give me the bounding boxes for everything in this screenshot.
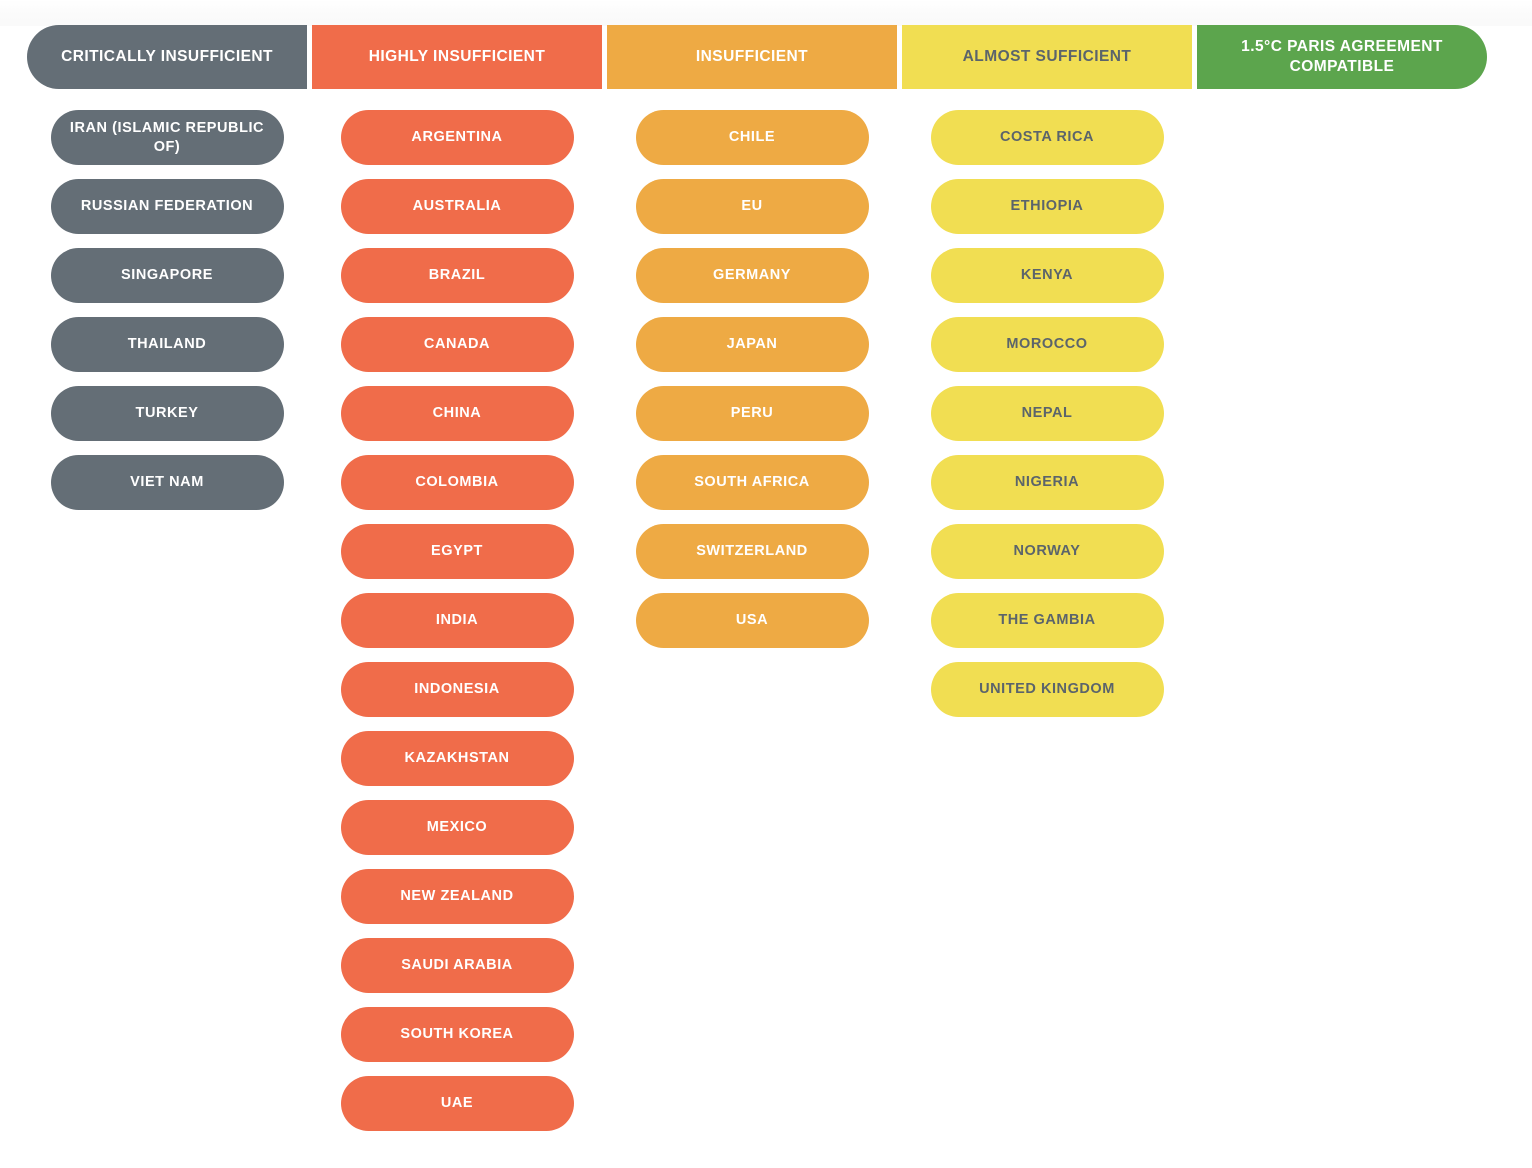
country-pill[interactable]: INDIA	[340, 593, 574, 648]
country-pill[interactable]: KENYA	[930, 248, 1164, 303]
country-pill[interactable]: RUSSIAN FEDERATION	[50, 179, 284, 234]
country-pill[interactable]: NORWAY	[930, 524, 1164, 579]
country-pill[interactable]: SAUDI ARABIA	[340, 938, 574, 993]
country-pill-label: THE GAMBIA	[998, 612, 1096, 629]
country-pill-label: KAZAKHSTAN	[404, 750, 510, 767]
country-pill-label: GERMANY	[713, 267, 791, 284]
country-pill[interactable]: BRAZIL	[340, 248, 574, 303]
country-pill-label: INDIA	[435, 612, 479, 629]
country-pill[interactable]: UNITED KINGDOM	[930, 662, 1164, 717]
country-pill-label: NEPAL	[1021, 405, 1073, 422]
country-pill-label: CHILE	[728, 129, 776, 146]
country-pill[interactable]: UAE	[340, 1076, 574, 1131]
rating-category-header: CRITICALLY INSUFFICIENT HIGHLY INSUFFICIE…	[27, 25, 1495, 89]
country-pill-label: UNITED KINGDOM	[979, 681, 1115, 698]
country-pill-label: AUSTRALIA	[412, 198, 502, 215]
rating-column-1: ARGENTINA AUSTRALIA BRAZIL CANADA CHINA COLOM…	[312, 110, 602, 1131]
country-pill-label: VIET NAM	[130, 474, 204, 491]
country-pill-label: SOUTH KOREA	[400, 1026, 514, 1043]
header-segment-label: ALMOST SUFFICIENT	[962, 48, 1132, 66]
header-segment-3[interactable]: ALMOST SUFFICIENT	[902, 25, 1192, 89]
header-segment-label: CRITICALLY INSUFFICIENT	[61, 48, 273, 66]
header-segment-0[interactable]: CRITICALLY INSUFFICIENT	[27, 25, 307, 89]
country-pill[interactable]: EU	[635, 179, 869, 234]
country-pill-label: JAPAN	[726, 336, 778, 353]
country-pill[interactable]: NEPAL	[930, 386, 1164, 441]
country-pill-label: ARGENTINA	[411, 129, 503, 146]
country-pill[interactable]: VIET NAM	[50, 455, 284, 510]
header-segment-label: INSUFFICIENT	[695, 48, 809, 66]
country-pill[interactable]: GERMANY	[635, 248, 869, 303]
header-segment-2[interactable]: INSUFFICIENT	[607, 25, 897, 89]
country-pill[interactable]: SOUTH AFRICA	[635, 455, 869, 510]
country-pill[interactable]: NEW ZEALAND	[340, 869, 574, 924]
country-pill[interactable]: MEXICO	[340, 800, 574, 855]
rating-column-4	[1197, 110, 1487, 1131]
country-pill-label: KENYA	[1020, 267, 1074, 284]
country-pill-label: ETHIOPIA	[1010, 198, 1084, 215]
country-pill-label: EU	[741, 198, 763, 215]
country-pill[interactable]: NIGERIA	[930, 455, 1164, 510]
country-pill-label: CHINA	[432, 405, 482, 422]
country-pill-label: EGYPT	[431, 543, 483, 560]
country-pill-label: COLOMBIA	[415, 474, 499, 491]
country-pill[interactable]: USA	[635, 593, 869, 648]
country-pill[interactable]: SINGAPORE	[50, 248, 284, 303]
country-pill-label: NIGERIA	[1014, 474, 1080, 491]
rating-column-0: IRAN (ISLAMIC REPUBLIC OF) RUSSIAN FEDERA…	[27, 110, 307, 1131]
country-pill-label: PERU	[730, 405, 774, 422]
country-pill[interactable]: INDONESIA	[340, 662, 574, 717]
country-pill-label: USA	[735, 612, 769, 629]
country-pill-label: THAILAND	[127, 336, 207, 353]
country-pill-label: SAUDI ARABIA	[401, 957, 513, 974]
country-pill-label: SOUTH AFRICA	[694, 474, 810, 491]
rating-column-2: CHILE EU GERMANY JAPAN PERU SOUTH AFRICA SWITZ…	[607, 110, 897, 1131]
country-pill[interactable]: EGYPT	[340, 524, 574, 579]
rating-columns-container: IRAN (ISLAMIC REPUBLIC OF) RUSSIAN FEDERA…	[27, 110, 1495, 1131]
country-pill-label: CANADA	[423, 336, 491, 353]
rating-column-3: COSTA RICA ETHIOPIA KENYA MOROCCO NEPAL NIGER…	[902, 110, 1192, 1131]
country-pill-label: COSTA RICA	[999, 129, 1095, 146]
country-pill[interactable]: PERU	[635, 386, 869, 441]
country-pill-label: IRAN (ISLAMIC REPUBLIC OF)	[69, 119, 265, 155]
country-pill[interactable]: TURKEY	[50, 386, 284, 441]
country-pill[interactable]: SWITZERLAND	[635, 524, 869, 579]
country-pill-label: MEXICO	[426, 819, 488, 836]
country-pill[interactable]: MOROCCO	[930, 317, 1164, 372]
country-pill[interactable]: COLOMBIA	[340, 455, 574, 510]
header-segment-label: HIGHLY INSUFFICIENT	[368, 48, 546, 66]
country-pill[interactable]: THE GAMBIA	[930, 593, 1164, 648]
country-pill-label: INDONESIA	[414, 681, 500, 698]
country-pill-label: TURKEY	[135, 405, 199, 422]
country-pill[interactable]: IRAN (ISLAMIC REPUBLIC OF)	[50, 110, 284, 165]
country-pill-label: MOROCCO	[1006, 336, 1088, 353]
top-gradient-wash	[0, 0, 1532, 26]
country-pill[interactable]: COSTA RICA	[930, 110, 1164, 165]
country-pill[interactable]: CHINA	[340, 386, 574, 441]
country-pill[interactable]: KAZAKHSTAN	[340, 731, 574, 786]
country-pill-label: SINGAPORE	[121, 267, 213, 284]
country-pill[interactable]: THAILAND	[50, 317, 284, 372]
country-pill[interactable]: CHILE	[635, 110, 869, 165]
country-pill-label: RUSSIAN FEDERATION	[80, 198, 254, 215]
header-segment-1[interactable]: HIGHLY INSUFFICIENT	[312, 25, 602, 89]
country-pill-label: UAE	[440, 1095, 474, 1112]
country-pill[interactable]: ARGENTINA	[340, 110, 574, 165]
country-pill[interactable]: ETHIOPIA	[930, 179, 1164, 234]
header-segment-label: 1.5°C PARIS AGREEMENT COMPATIBLE	[1241, 38, 1443, 75]
country-pill-label: BRAZIL	[428, 267, 486, 284]
country-pill[interactable]: JAPAN	[635, 317, 869, 372]
header-segment-4[interactable]: 1.5°C PARIS AGREEMENT COMPATIBLE	[1197, 25, 1487, 89]
country-pill-label: NEW ZEALAND	[400, 888, 514, 905]
country-pill[interactable]: CANADA	[340, 317, 574, 372]
country-pill-label: SWITZERLAND	[696, 543, 808, 560]
country-pill[interactable]: AUSTRALIA	[340, 179, 574, 234]
country-pill[interactable]: SOUTH KOREA	[340, 1007, 574, 1062]
country-pill-label: NORWAY	[1013, 543, 1081, 560]
